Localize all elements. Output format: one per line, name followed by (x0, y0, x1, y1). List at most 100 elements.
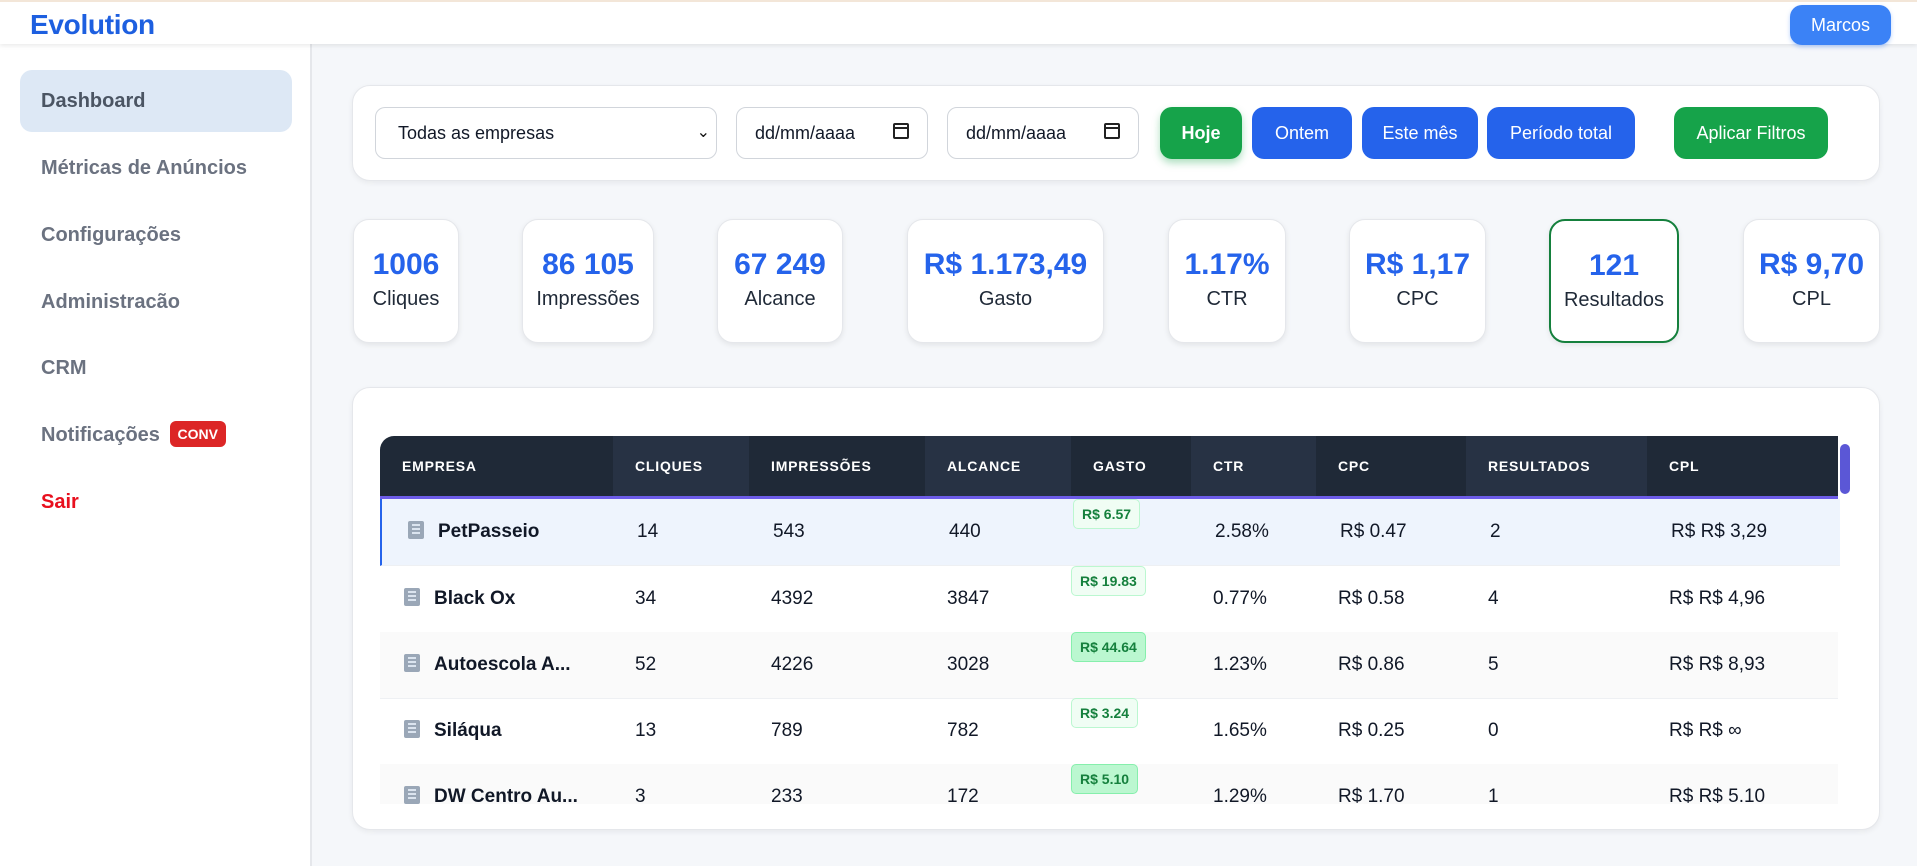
company-table[interactable]: EMPRESA CLIQUES IMPRESSÕES ALCANCE GASTO… (380, 436, 1854, 804)
table-scrollbar-thumb[interactable] (1840, 444, 1850, 494)
table-row[interactable]: Autoescola A... 52 4226 3028 R$ 44.64 1.… (380, 632, 1838, 699)
cell-alcance: 782 (947, 720, 979, 741)
column-header-impressoes[interactable]: IMPRESSÕES (749, 436, 925, 496)
column-header-resultados[interactable]: RESULTADOS (1466, 436, 1647, 496)
kpi-label: Resultados (1563, 289, 1665, 311)
column-header-ctr[interactable]: CTR (1191, 436, 1316, 496)
today-button[interactable]: Hoje (1160, 107, 1242, 159)
kpi-card-ctr: 1.17% CTR (1168, 219, 1286, 343)
cell-cliques: 3 (635, 786, 646, 804)
cell-cpl: R$ R$ 3,29 (1671, 521, 1768, 542)
cell-resultados: 1 (1488, 786, 1499, 804)
cell-resultados: 4 (1488, 588, 1499, 609)
gasto-badge: R$ 5.10 (1071, 764, 1139, 794)
date-to-input[interactable]: dd/mm/aaaa (947, 107, 1139, 159)
kpi-value: 1006 (372, 248, 440, 281)
column-header-cpl[interactable]: CPL (1647, 436, 1838, 496)
column-header-cpc[interactable]: CPC (1316, 436, 1466, 496)
kpi-label: Impressões (536, 288, 640, 310)
kpi-card-cpl: R$ 9,70 CPL (1743, 219, 1880, 343)
cell-cliques: 34 (635, 588, 657, 609)
cell-ctr: 1.29% (1213, 786, 1267, 804)
date-from-input[interactable]: dd/mm/aaaa (736, 107, 928, 159)
cell-empresa: DW Centro Au... (380, 764, 578, 804)
kpi-label: CPC (1396, 288, 1439, 310)
chevron-down-icon: ⌄ (696, 124, 710, 141)
cell-impressoes: 543 (773, 521, 805, 542)
cell-empresa: Black Ox (380, 566, 515, 632)
table-row[interactable]: DW Centro Au... 3 233 172 R$ 5.10 1.29% … (380, 764, 1838, 804)
sidebar-item-notifications[interactable]: Notificações CONV (20, 404, 292, 466)
sidebar-item-administration[interactable]: Administracão (20, 271, 292, 333)
sidebar-item-label: Configurações (41, 224, 182, 246)
cell-cpl: R$ R$ 5.10 (1669, 786, 1766, 804)
cell-cpc: R$ 0.86 (1338, 654, 1405, 675)
sidebar-item-label: CRM (41, 357, 87, 379)
kpi-value: R$ 9,70 (1758, 248, 1865, 281)
kpi-card-cpc: R$ 1,17 CPC (1349, 219, 1486, 343)
cell-impressoes: 4226 (771, 654, 814, 675)
cell-impressoes: 4392 (771, 588, 814, 609)
building-icon (404, 587, 420, 606)
company-name: Siláqua (434, 720, 502, 741)
cell-empresa: PetPasseio (382, 499, 539, 565)
filter-bar: Todas as empresas ⌄ dd/mm/aaaa dd/mm/aaa… (352, 85, 1880, 181)
gasto-badge: R$ 19.83 (1071, 566, 1146, 596)
column-header-cliques[interactable]: CLIQUES (613, 436, 749, 496)
gasto-badge: R$ 44.64 (1071, 632, 1146, 662)
column-header-empresa[interactable]: EMPRESA (380, 436, 613, 496)
column-header-alcance[interactable]: ALCANCE (925, 436, 1071, 496)
sidebar-item-settings[interactable]: Configurações (20, 204, 292, 266)
cell-impressoes: 233 (771, 786, 803, 804)
sidebar-item-label: Sair (41, 491, 79, 513)
table-row[interactable]: PetPasseio 14 543 440 R$ 6.57 2.58% R$ 0… (380, 499, 1840, 566)
yesterday-button[interactable]: Ontem (1252, 107, 1352, 159)
table-row[interactable]: Black Ox 34 4392 3847 R$ 19.83 0.77% R$ … (380, 566, 1838, 633)
gasto-badge: R$ 3.24 (1071, 698, 1139, 728)
sidebar-item-label: Administracão (41, 291, 180, 313)
kpi-label: Alcance (744, 288, 816, 310)
company-name: Autoescola A... (434, 654, 571, 675)
cell-cpl: R$ R$ 4,96 (1669, 588, 1766, 609)
kpi-card-results: 121 Resultados (1549, 219, 1679, 343)
kpi-label: Gasto (978, 288, 1033, 310)
sidebar-item-crm[interactable]: CRM (20, 337, 292, 399)
kpi-value: 86 105 (542, 248, 634, 281)
user-menu-button[interactable]: Marcos (1790, 5, 1891, 45)
kpi-value: R$ 1.173,49 (923, 248, 1088, 281)
cell-cliques: 52 (635, 654, 657, 675)
building-icon (404, 653, 420, 672)
sidebar-item-dashboard[interactable]: Dashboard (20, 70, 292, 132)
table-scrollbar[interactable] (1837, 440, 1852, 804)
calendar-icon[interactable] (893, 123, 909, 139)
cell-ctr: 1.23% (1213, 654, 1267, 675)
sidebar-item-label: Dashboard (41, 90, 146, 112)
kpi-label: CPL (1792, 288, 1831, 310)
gasto-badge: R$ 6.57 (1073, 499, 1141, 529)
cell-resultados: 0 (1488, 720, 1499, 741)
sidebar-item-logout[interactable]: Sair (20, 471, 292, 533)
cell-ctr: 2.58% (1215, 521, 1269, 542)
cell-empresa: Siláqua (380, 698, 502, 764)
cell-alcance: 3847 (947, 588, 990, 609)
calendar-icon[interactable] (1104, 123, 1120, 139)
column-header-gasto[interactable]: GASTO (1071, 436, 1191, 496)
cell-ctr: 0.77% (1213, 588, 1267, 609)
sidebar-item-ad-metrics[interactable]: Métricas de Anúncios (20, 137, 292, 199)
this-month-button[interactable]: Este mês (1362, 107, 1478, 159)
brand-logo[interactable]: Evolution (30, 9, 155, 41)
cell-cliques: 14 (637, 521, 659, 542)
table-row[interactable]: Siláqua 13 789 782 R$ 3.24 1.65% R$ 0.25… (380, 698, 1838, 765)
cell-empresa: Autoescola A... (380, 632, 571, 698)
building-icon (404, 785, 420, 804)
company-name: PetPasseio (438, 521, 540, 542)
apply-filters-button[interactable]: Aplicar Filtros (1674, 107, 1828, 159)
top-bar: Evolution Marcos (0, 0, 1917, 45)
kpi-value: 1.17% (1184, 248, 1270, 281)
kpi-card-impressions: 86 105 Impressões (522, 219, 654, 343)
full-period-button[interactable]: Período total (1487, 107, 1635, 159)
cell-alcance: 3028 (947, 654, 990, 675)
kpi-value: R$ 1,17 (1364, 248, 1471, 281)
table-header: EMPRESA CLIQUES IMPRESSÕES ALCANCE GASTO… (380, 436, 1838, 499)
company-select[interactable]: Todas as empresas ⌄ (375, 107, 717, 159)
